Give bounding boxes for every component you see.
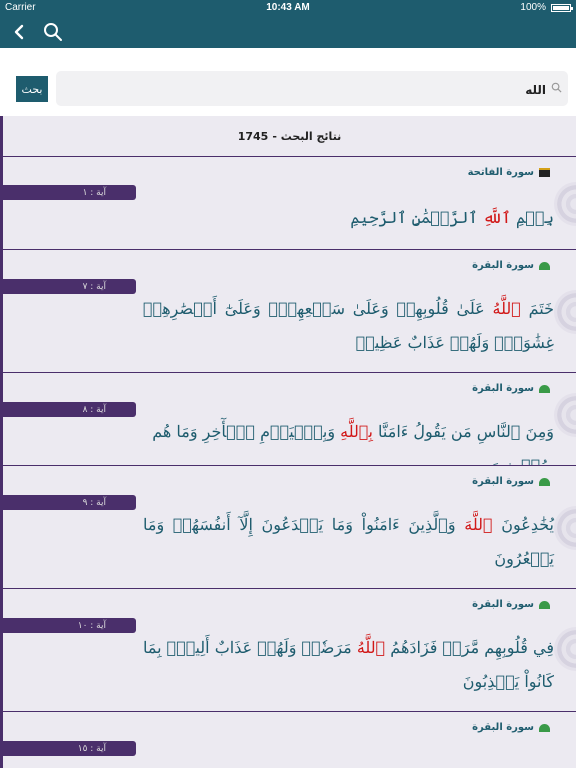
ornament-icon xyxy=(554,182,576,226)
result-item[interactable]: سورة البقرة آية : ٩ يُخَٰدِعُونَ ٱللَّهَ… xyxy=(3,466,576,589)
ayah-badge: آية : ٩ xyxy=(3,495,136,510)
result-item[interactable]: سورة البقرة آية : ١٠ فِي قُلُوبِهِم مَّر… xyxy=(3,589,576,712)
results-header: نتائج البحث - 1745 xyxy=(3,116,576,157)
battery-icon xyxy=(551,4,573,12)
results-title: نتائج البحث - xyxy=(272,129,342,143)
ayah-badge: آية : ٨ xyxy=(3,402,136,417)
highlighted-match: ٱللَّهُ xyxy=(492,299,521,318)
verse-text: فِي قُلُوبِهِم مَّرَضٞ فَزَادَهُمُ ٱللَّ… xyxy=(143,631,554,699)
mosque-icon xyxy=(539,477,550,486)
mosque-icon xyxy=(539,723,550,732)
result-item[interactable]: سورة البقرة آية : ٨ وَمِنَ ٱلنَّاسِ مَن … xyxy=(3,373,576,466)
surah-title: سورة البقرة xyxy=(472,383,550,394)
search-nav-button[interactable] xyxy=(40,20,66,44)
ayah-badge: آية : ١٥ xyxy=(3,741,136,756)
verse-segment: ٱلرَّحۡمَٰنِ ٱلرَّحِيمِ xyxy=(350,208,483,227)
mosque-icon xyxy=(539,600,550,609)
verse-segment: وَمِنَ ٱلنَّاسِ مَن يَقُولُ ءَامَنَّا xyxy=(372,422,554,441)
search-submit-button[interactable]: بحث xyxy=(16,76,48,102)
verse-text: بِسۡمِ ٱللَّهِ ٱلرَّحۡمَٰنِ ٱلرَّحِيمِ xyxy=(143,201,554,235)
mosque-icon xyxy=(539,384,550,393)
ornament-icon xyxy=(554,627,576,671)
verse-text: خَتَمَ ٱللَّهُ عَلَىٰ قُلُوبِهِمۡ وَعَلَ… xyxy=(143,292,554,360)
magnifier-icon xyxy=(551,82,562,93)
clock: 10:43 AM xyxy=(266,2,310,13)
highlighted-match: ٱللَّهُ xyxy=(356,638,386,657)
ayah-badge: آية : ٧ xyxy=(3,279,136,294)
back-button[interactable] xyxy=(6,20,32,44)
verse-text: وَمِنَ ٱلنَّاسِ مَن يَقُولُ ءَامَنَّا بِ… xyxy=(143,415,554,465)
search-input[interactable] xyxy=(64,71,548,108)
surah-title: سورة البقرة xyxy=(472,476,550,487)
kaaba-icon xyxy=(539,168,550,177)
result-item[interactable]: سورة البقرة آية : ٧ خَتَمَ ٱللَّهُ عَلَى… xyxy=(3,250,576,373)
mosque-icon xyxy=(539,261,550,270)
highlighted-match: ٱللَّهَ xyxy=(464,515,493,534)
ornament-icon xyxy=(554,506,576,550)
ayah-badge: آية : ١ xyxy=(3,185,136,200)
search-icon xyxy=(44,23,62,41)
ayah-badge: آية : ١٠ xyxy=(3,618,136,633)
ornament-icon xyxy=(554,393,576,437)
verse-segment: فِي قُلُوبِهِم مَّرَضٞ فَزَادَهُمُ xyxy=(385,638,555,657)
surah-title: سورة البقرة xyxy=(472,722,550,733)
result-item[interactable]: سورة الفاتحة آية : ١ بِسۡمِ ٱللَّهِ ٱلرَ… xyxy=(3,157,576,250)
result-item[interactable]: سورة البقرة آية : ١٥ xyxy=(3,712,576,768)
ornament-icon xyxy=(554,290,576,334)
surah-title: سورة الفاتحة xyxy=(468,167,550,178)
results-list[interactable]: نتائج البحث - 1745 سورة الفاتحة آية : ١ … xyxy=(0,116,576,768)
results-count: 1745 xyxy=(237,129,269,143)
nav-bar xyxy=(0,16,576,48)
status-bar: Carrier 10:43 AM 100% xyxy=(0,0,576,16)
verse-segment: يُخَٰدِعُونَ xyxy=(492,515,555,534)
verse-segment: بِسۡمِ xyxy=(510,208,554,227)
highlighted-match: بِٱللَّهِ xyxy=(340,422,373,441)
verse-text: يُخَٰدِعُونَ ٱللَّهَ وَٱلَّذِينَ ءَامَنُ… xyxy=(143,508,554,576)
surah-title: سورة البقرة xyxy=(472,260,550,271)
verse-segment: خَتَمَ xyxy=(520,299,555,318)
surah-title: سورة البقرة xyxy=(472,599,550,610)
search-field[interactable] xyxy=(56,71,568,108)
chevron-left-icon xyxy=(14,24,24,40)
battery-percent: 100% xyxy=(520,2,546,13)
highlighted-match: ٱللَّهِ xyxy=(482,208,511,227)
